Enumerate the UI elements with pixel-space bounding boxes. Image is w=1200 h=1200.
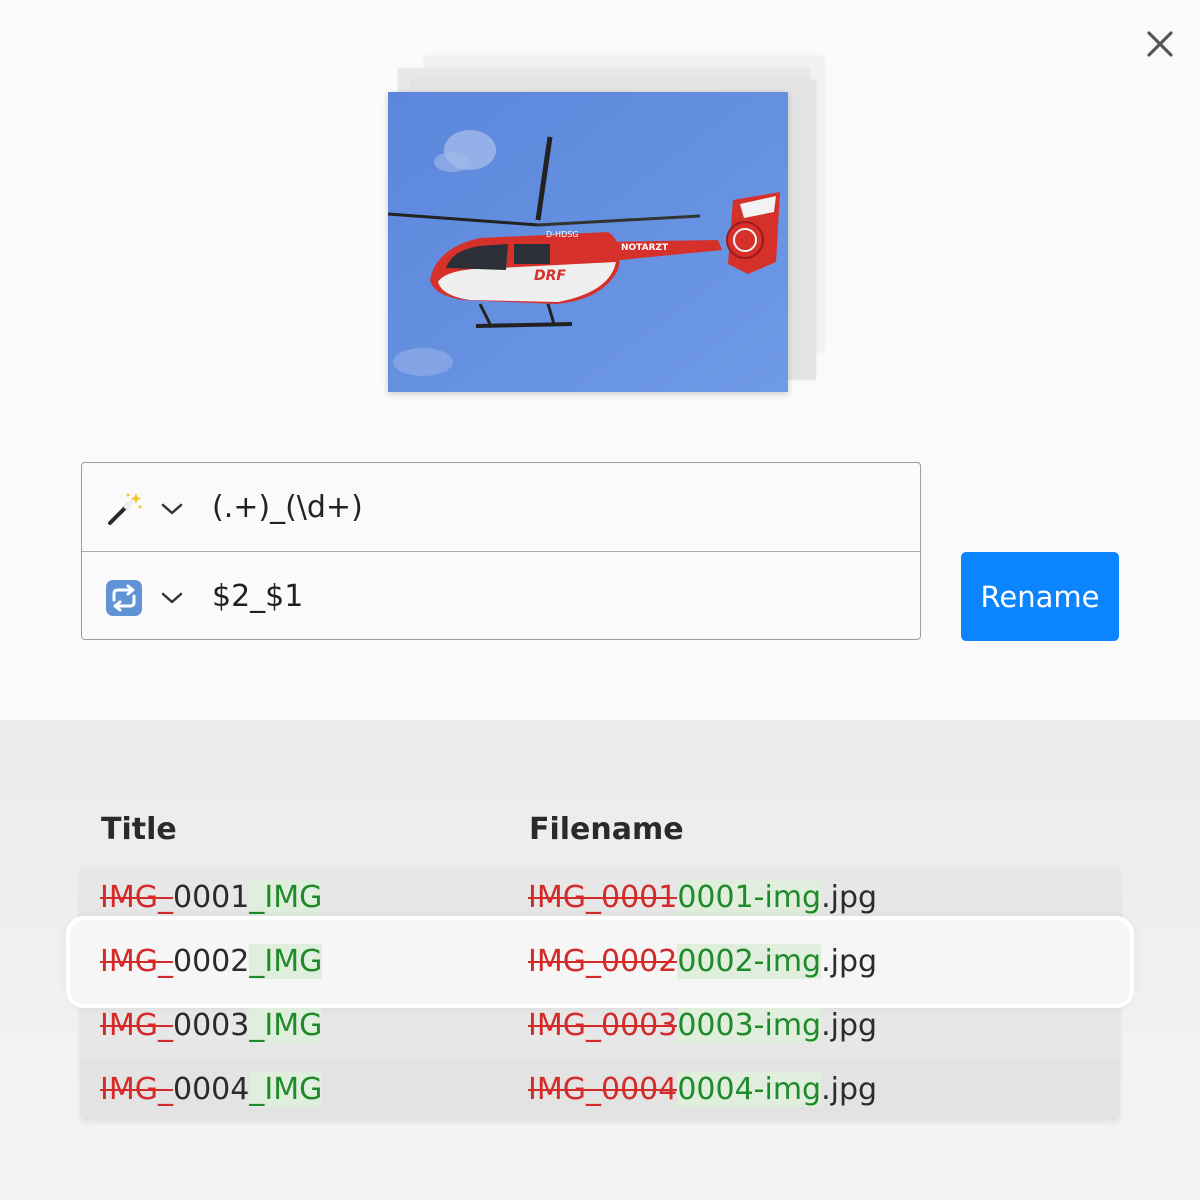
preview-photo: D-HDSG NOTARZT DRF (388, 92, 788, 392)
svg-text:DRF: DRF (534, 268, 566, 284)
find-mode-chevron-down-icon[interactable] (160, 501, 184, 517)
title-cell: IMG_0001_IMG (100, 880, 323, 915)
svg-text:NOTARZT: NOTARZT (621, 243, 669, 253)
filename-cell: IMG_00020002-img.jpg (528, 944, 878, 979)
filename-column-header: Filename (529, 812, 684, 847)
svg-text:D-HDSG: D-HDSG (546, 230, 579, 239)
close-icon (1147, 31, 1173, 57)
table-row-selected[interactable]: IMG_0002_IMG IMG_00020002-img.jpg (70, 920, 1130, 1004)
close-button[interactable] (1142, 26, 1178, 62)
replace-pattern-input[interactable] (212, 574, 892, 618)
filename-cell: IMG_00040004-img.jpg (528, 1072, 878, 1107)
table-row[interactable]: IMG_0003_IMG IMG_00030003-img.jpg (80, 994, 1120, 1058)
helicopter-photo: D-HDSG NOTARZT DRF (388, 92, 788, 392)
rename-fields (81, 462, 921, 640)
title-cell: IMG_0003_IMG (100, 1008, 323, 1043)
title-column-header: Title (101, 812, 177, 847)
magic-wand-icon (108, 493, 142, 525)
title-cell: IMG_0002_IMG (100, 944, 323, 979)
replace-mode-chevron-down-icon[interactable] (160, 590, 184, 606)
title-cell: IMG_0004_IMG (100, 1072, 323, 1107)
replace-row (82, 551, 920, 640)
find-pattern-input[interactable] (212, 485, 892, 529)
find-row (82, 463, 920, 551)
filename-cell: IMG_00010001-img.jpg (528, 880, 878, 915)
rename-button[interactable]: Rename (961, 552, 1119, 641)
filename-cell: IMG_00030003-img.jpg (528, 1008, 878, 1043)
table-row[interactable]: IMG_0004_IMG IMG_00040004-img.jpg (80, 1058, 1120, 1120)
top-panel: D-HDSG NOTARZT DRF (.+)_(\d+) $2_$1 Rena… (0, 0, 1200, 720)
repeat-arrows-icon (106, 580, 142, 616)
